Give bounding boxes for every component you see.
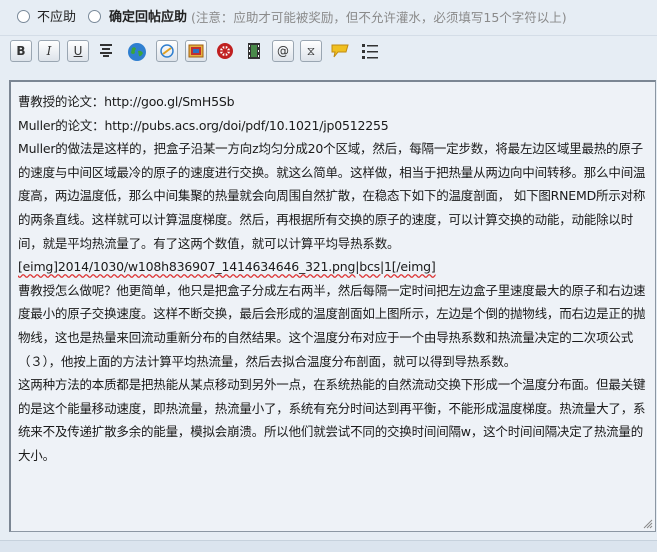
resize-grip-icon[interactable]	[643, 519, 653, 529]
text-line: Muller的论文：http://pubs.acs.org/doi/pdf/10…	[18, 117, 389, 133]
film-icon[interactable]	[243, 40, 265, 62]
bottom-strip	[0, 540, 657, 552]
underline-icon[interactable]: U	[67, 40, 89, 62]
text-line: 曹教授怎么做呢？他更简单，他只是把盒子分成左右两半，然后每隔一定时间把左边盒子里…	[18, 282, 646, 369]
text-line: [eimg]2014/1030/w108h836907_1414634646_3…	[18, 259, 436, 275]
text-line: 这两种方法的本质都是把热能从某点移动到另外一点，在系统热能的自然流动交换下形成一…	[18, 377, 646, 463]
reply-text-content[interactable]: 曹教授的论文：http://goo.gl/SmH5Sb Muller的论文：ht…	[18, 90, 650, 468]
hourglass-icon[interactable]: ⧖	[300, 40, 322, 62]
align-center-icon[interactable]	[95, 40, 117, 62]
list-icon[interactable]	[359, 40, 381, 62]
italic-icon[interactable]: I	[38, 40, 60, 62]
image-icon[interactable]	[185, 40, 207, 62]
globe-icon[interactable]	[126, 40, 148, 62]
text-line: 曹教授的论文：http://goo.gl/SmH5Sb	[18, 94, 235, 109]
link-icon[interactable]	[156, 40, 178, 62]
bold-icon[interactable]: B	[10, 40, 32, 62]
radio-not-help[interactable]	[17, 10, 30, 23]
flash-icon[interactable]	[214, 40, 236, 62]
reply-options-bar: 不应助 确定回帖应助 (注意：应助才可能被奖励，但不允许灌水，必须填写15个字符…	[0, 0, 657, 36]
radio-confirm-help[interactable]	[88, 10, 101, 23]
editor-toolbar: B I U @ ⧖	[0, 36, 657, 69]
quote-icon[interactable]	[329, 40, 351, 62]
radio-confirm-help-label: 确定回帖应助	[109, 10, 188, 25]
reply-textarea[interactable]: 曹教授的论文：http://goo.gl/SmH5Sb Muller的论文：ht…	[9, 80, 656, 532]
radio-not-help-label: 不应助	[37, 10, 77, 25]
at-icon[interactable]: @	[272, 40, 294, 62]
help-note: (注意：应助才可能被奖励，但不允许灌水，必须填写15个字符以上)	[191, 10, 567, 25]
text-line: Muller的做法是这样的，把盒子沿某一方向z均匀分成20个区域，然后，每隔一定…	[18, 141, 646, 251]
